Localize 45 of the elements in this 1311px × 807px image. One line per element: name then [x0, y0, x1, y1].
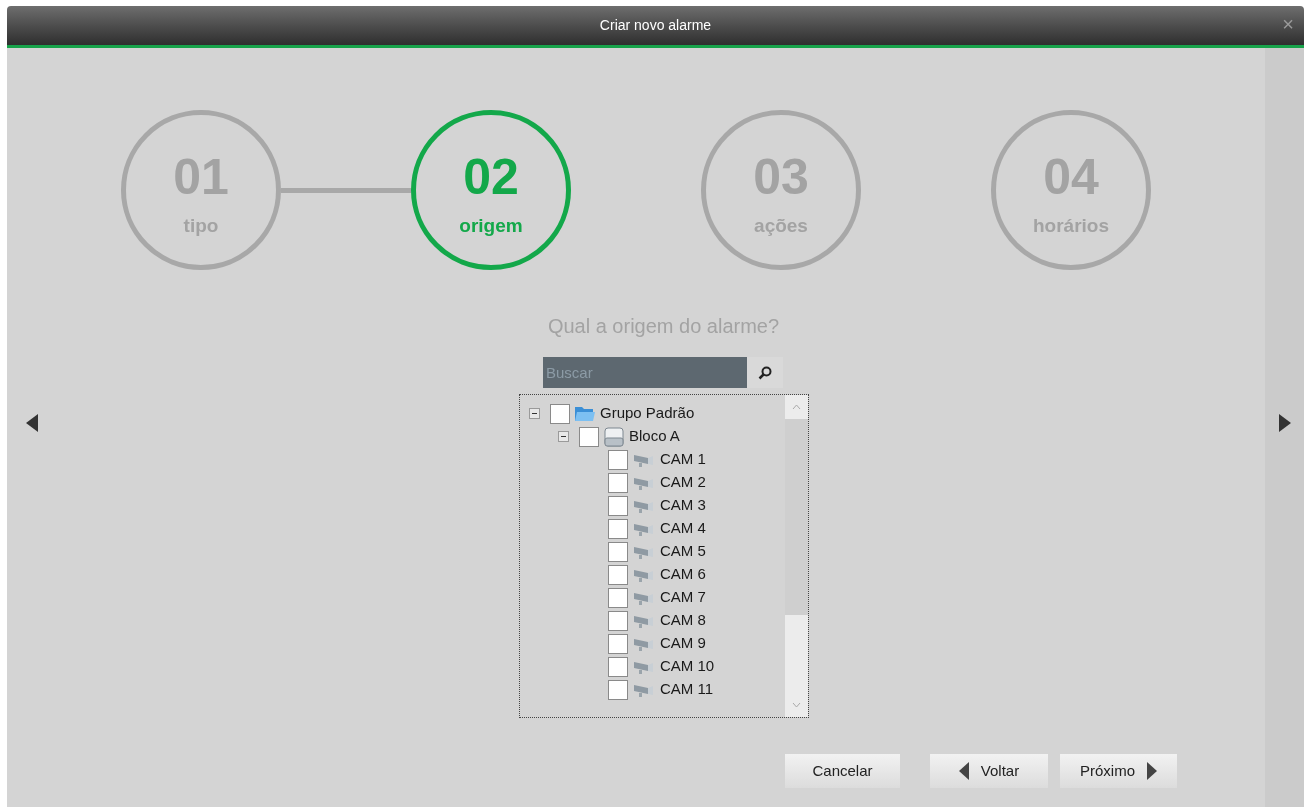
tree-item-label[interactable]: CAM 2: [660, 471, 706, 494]
search-icon: [758, 365, 772, 380]
tree-item-label[interactable]: CAM 9: [660, 632, 706, 655]
checkbox[interactable]: [608, 495, 628, 516]
right-arrow-icon: [1147, 762, 1157, 780]
checkbox[interactable]: [579, 426, 599, 447]
tree-item-label[interactable]: Bloco A: [629, 425, 680, 448]
back-button[interactable]: Voltar: [930, 754, 1048, 788]
tree-item-label[interactable]: CAM 6: [660, 563, 706, 586]
tree-item-label[interactable]: CAM 8: [660, 609, 706, 632]
right-arrow-icon[interactable]: [1278, 413, 1291, 432]
down-chevron-icon[interactable]: [792, 702, 801, 708]
tree-item-label[interactable]: CAM 7: [660, 586, 706, 609]
checkbox[interactable]: [550, 403, 570, 424]
checkbox[interactable]: [608, 679, 628, 700]
collapse-toggle[interactable]: [529, 408, 540, 419]
checkbox[interactable]: [608, 472, 628, 493]
tree-item-label[interactable]: Grupo Padrão: [600, 402, 695, 425]
scrollbar[interactable]: [785, 395, 808, 717]
tree-item-label[interactable]: CAM 11: [660, 678, 714, 701]
tree-item-label[interactable]: CAM 1: [660, 448, 706, 471]
checkbox[interactable]: [608, 449, 628, 470]
device-icon: [603, 426, 625, 447]
next-button[interactable]: Próximo: [1060, 754, 1177, 788]
tree-item-label[interactable]: CAM 3: [660, 494, 706, 517]
left-arrow-icon: [958, 762, 969, 780]
up-chevron-icon[interactable]: [792, 404, 801, 410]
checkbox[interactable]: [608, 587, 628, 608]
tree-item-label[interactable]: CAM 4: [660, 517, 706, 540]
tree-item-label[interactable]: CAM 10: [660, 655, 715, 678]
step-label: origem: [459, 215, 523, 235]
checkbox[interactable]: [608, 633, 628, 654]
left-arrow-icon[interactable]: [26, 413, 38, 432]
folder-icon: [574, 405, 596, 422]
tree-item-label[interactable]: CAM 5: [660, 540, 706, 563]
checkbox[interactable]: [608, 541, 628, 562]
window-title: Criar novo alarme: [599, 16, 712, 35]
checkbox[interactable]: [608, 610, 628, 631]
search-button[interactable]: [747, 357, 783, 388]
checkbox[interactable]: [608, 656, 628, 677]
cancel-button[interactable]: Cancelar: [785, 754, 900, 788]
checkbox[interactable]: [608, 518, 628, 539]
checkbox[interactable]: [608, 564, 628, 585]
step-number: 02: [463, 151, 519, 202]
collapse-toggle[interactable]: [558, 431, 569, 442]
